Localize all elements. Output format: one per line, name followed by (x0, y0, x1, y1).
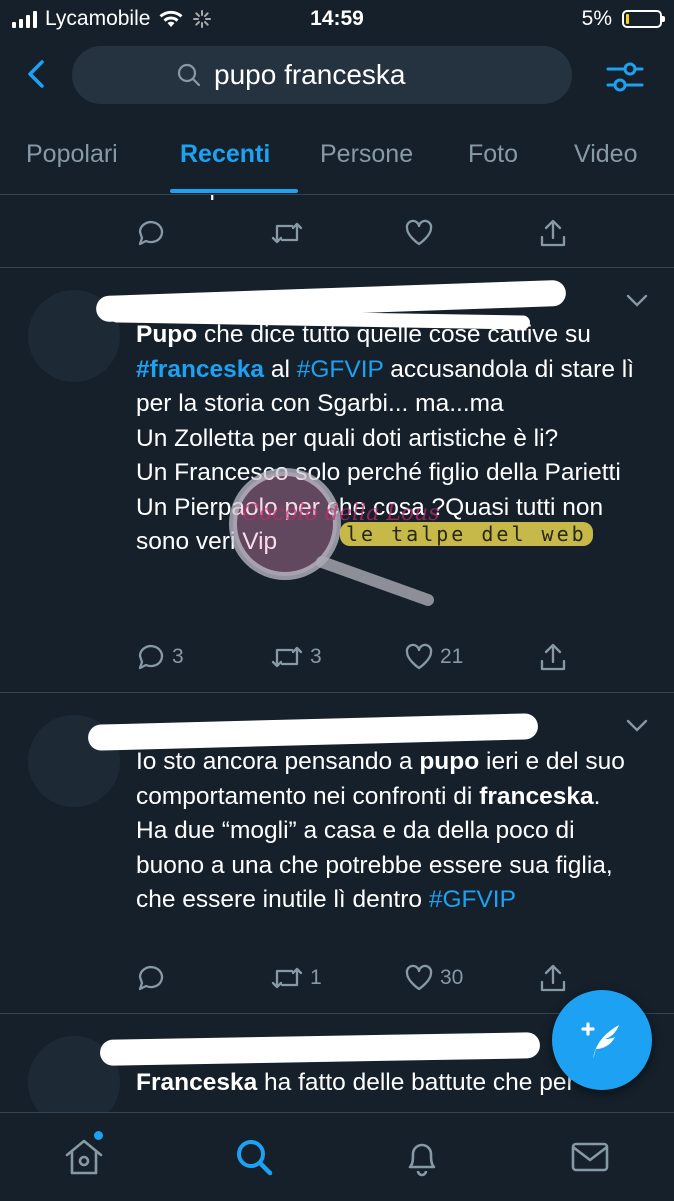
text-span: Io sto ancora pensando a (136, 748, 420, 775)
retweet-button[interactable] (270, 218, 304, 248)
tweet-actions: 3 3 21 (136, 642, 576, 676)
like-count: 30 (440, 966, 464, 989)
like-button[interactable] (404, 218, 434, 248)
home-icon[interactable] (62, 1135, 106, 1179)
notification-dot (94, 1131, 103, 1140)
text-span: Un Zolletta per quali doti artistiche è … (136, 424, 559, 452)
like-button[interactable]: 21 (404, 642, 463, 672)
heart-icon (405, 643, 433, 670)
highlighted-term: pupo (419, 748, 480, 775)
share-icon (540, 964, 566, 992)
battery-icon (622, 10, 665, 28)
retweet-button[interactable]: 1 (270, 963, 322, 993)
reply-button[interactable] (136, 963, 166, 993)
heart-icon (405, 964, 433, 991)
like-count: 21 (440, 645, 464, 668)
retweet-icon (271, 967, 303, 989)
battery-info: 5% (581, 7, 665, 31)
chevron-down-icon[interactable] (626, 719, 648, 733)
share-button[interactable] (538, 218, 568, 248)
like-button[interactable]: 30 (404, 963, 463, 993)
reply-button[interactable] (136, 218, 166, 248)
reply-icon (138, 220, 164, 246)
hashtag-link[interactable]: #franceska (136, 356, 264, 383)
tweet-text: non rispondere (136, 195, 636, 206)
reply-icon (138, 644, 164, 670)
retweet-button[interactable]: 3 (270, 642, 322, 672)
watermark: Cocolo della Lous le talpe del web (170, 462, 610, 622)
text-span: ha fatto delle battute che per (257, 1069, 575, 1096)
tweet-text: Io sto ancora pensando a pupo ieri e del… (136, 745, 636, 918)
clock: 14:59 (310, 7, 364, 30)
search-icon[interactable] (232, 1135, 276, 1179)
share-icon (540, 643, 566, 671)
share-button[interactable] (538, 642, 568, 672)
redacted-username (99, 1032, 541, 1066)
tweet[interactable]: Io sto ancora pensando a pupo ieri e del… (0, 693, 674, 1014)
text-span: che dice tutto quelle cose cattive su (197, 321, 591, 348)
tab-persone[interactable]: Persone (320, 140, 413, 169)
chevron-left-icon[interactable] (18, 54, 58, 94)
chevron-down-icon[interactable] (626, 294, 648, 308)
status-bar: Lycamobile 14:59 5% (0, 0, 674, 40)
active-tab-indicator (170, 189, 298, 193)
hashtag-link[interactable]: #GFVIP (429, 886, 516, 913)
reply-button[interactable]: 3 (136, 642, 184, 672)
tweet-actions (136, 218, 576, 252)
watermark-banner: le talpe del web (340, 522, 593, 546)
highlighted-term: Pupo (136, 321, 198, 348)
tab-video[interactable]: Video (574, 140, 638, 169)
heart-icon (405, 219, 433, 246)
highlighted-term: Franceska (136, 1069, 258, 1096)
share-icon (540, 219, 566, 247)
tab-popolari[interactable]: Popolari (26, 140, 118, 169)
highlighted-term: franceska (479, 782, 594, 810)
retweet-count: 3 (310, 645, 322, 668)
hashtag-link[interactable]: #GFVIP (297, 356, 384, 383)
battery-percent: 5% (581, 7, 612, 30)
reply-icon (138, 965, 164, 991)
retweet-icon (271, 646, 303, 668)
bell-icon[interactable] (400, 1135, 444, 1179)
tweet-partial[interactable]: non rispondere (0, 195, 674, 268)
reply-count: 3 (172, 645, 184, 668)
retweet-count: 1 (310, 966, 322, 989)
tab-recenti[interactable]: Recenti (180, 140, 270, 169)
tab-foto[interactable]: Foto (468, 140, 518, 169)
tweet-actions: 1 30 (136, 963, 576, 997)
mail-icon[interactable] (568, 1135, 612, 1179)
share-button[interactable] (538, 963, 568, 993)
sliders-icon[interactable] (604, 56, 646, 98)
search-tabs: Popolari Recenti Persone Foto Video (0, 122, 674, 195)
tweet-text: Franceska ha fatto delle battute che per (136, 1066, 636, 1101)
bottom-nav (0, 1112, 674, 1201)
compose-tweet-button[interactable] (552, 990, 652, 1090)
text-span: al (264, 355, 297, 383)
search-bar[interactable] (72, 46, 572, 104)
retweet-icon (271, 222, 303, 244)
search-icon (177, 63, 201, 87)
search-input[interactable] (214, 59, 514, 91)
compose-tweet-icon (581, 1022, 619, 1059)
search-header (0, 40, 674, 112)
